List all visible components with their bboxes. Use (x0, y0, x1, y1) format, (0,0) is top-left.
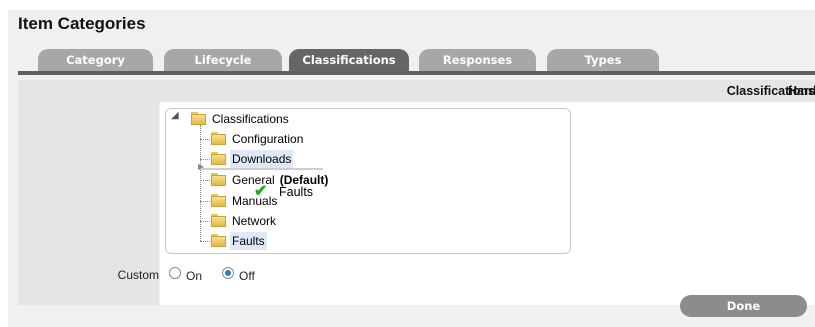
custom-off-radio[interactable] (222, 267, 234, 279)
tab-lifecycle[interactable]: Lifecycle (164, 49, 282, 71)
custom-on-label: On (186, 269, 203, 283)
drag-ghost-label: Faults (279, 185, 314, 199)
tree-node-manuals[interactable]: Manuals (211, 192, 279, 210)
tab-category[interactable]: Category (38, 49, 153, 71)
tree-node-downloads[interactable]: Downloads (211, 150, 294, 168)
drop-allowed-check-icon: ✔ (254, 183, 268, 200)
tab-bar: Category Lifecycle Classifications Respo… (18, 49, 815, 75)
custom-label: Custom (117, 268, 159, 282)
tree-connector (200, 125, 201, 241)
tree-node-faults[interactable]: Faults (211, 232, 267, 250)
tab-classifications[interactable]: Classifications (289, 49, 409, 71)
collapse-arrow-icon[interactable]: ◢ (171, 111, 179, 121)
top-strip (0, 0, 815, 10)
drop-indicator-line (199, 168, 323, 170)
tree-connector (200, 201, 210, 202)
tree-root[interactable]: Classifications (191, 110, 291, 128)
tree-connector (200, 180, 210, 181)
tree-connector (200, 159, 210, 160)
custom-on-radio[interactable] (169, 267, 181, 279)
classifications-row-header: Classifications Hardware (18, 80, 815, 102)
folder-icon (211, 132, 227, 145)
tree-connector (200, 241, 210, 242)
folder-icon (191, 112, 207, 125)
tree-node-configuration[interactable]: Configuration (211, 130, 305, 148)
tree-node-network[interactable]: Network (211, 212, 278, 230)
folder-icon (211, 152, 227, 165)
folder-icon (211, 234, 227, 247)
tab-types[interactable]: Types (547, 49, 659, 71)
tree-connector (200, 139, 210, 140)
done-button[interactable]: Done (680, 295, 807, 317)
item-category-name: Hardware (788, 84, 815, 98)
drop-indicator-arrow-icon: ▶ (198, 162, 205, 171)
folder-icon (211, 173, 227, 186)
page-title: Item Categories (18, 14, 146, 33)
folder-icon (211, 194, 227, 207)
folder-icon (211, 214, 227, 227)
tree-connector (200, 221, 210, 222)
tab-responses[interactable]: Responses (419, 49, 536, 71)
custom-off-label: Off (239, 269, 255, 283)
